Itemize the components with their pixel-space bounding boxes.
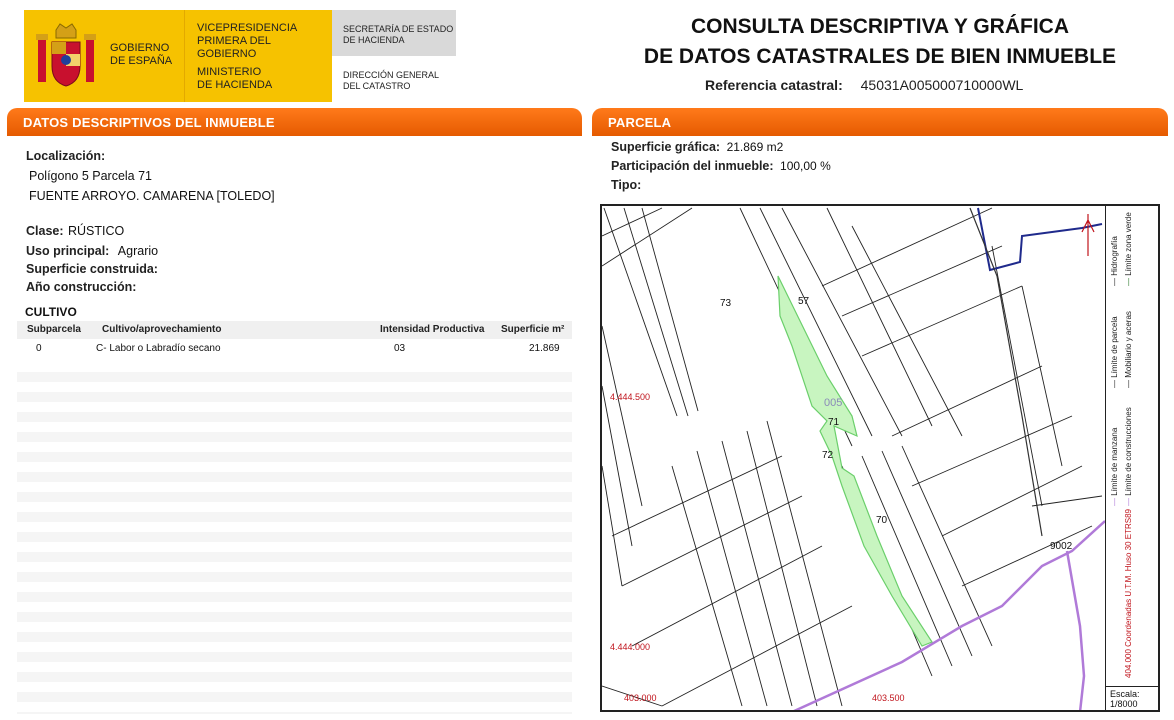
- parcel-label-70: 70: [876, 515, 888, 526]
- parcel-label-72: 72: [822, 450, 834, 461]
- gobierno-logo-block: GOBIERNO DE ESPAÑA VICEPRESIDENCIA PRIME…: [24, 10, 332, 102]
- scale-value: 1/8000: [1110, 699, 1138, 709]
- table-row: 0 C- Labor o Labradío secano 03 21.869: [17, 340, 572, 360]
- clase-field: Clase: RÚSTICO: [26, 224, 125, 238]
- stream-line: [969, 207, 1043, 537]
- legend-mobiliario: — Mobiliario y aceras: [1124, 311, 1133, 388]
- legend-coordenadas: 404.000 Coordenadas U.T.M. Huso 30 ETRS8…: [1124, 509, 1133, 678]
- legend-zona-verde: — Límite zona verde: [1124, 212, 1133, 286]
- col-intensidad: Intensidad Productiva: [380, 324, 485, 335]
- localizacion-line2: FUENTE ARROYO. CAMARENA [TOLEDO]: [29, 189, 275, 203]
- direccion-text: DIRECCIÓN GENERAL DEL CATASTRO: [343, 70, 440, 91]
- participacion-field: Participación del inmueble: 100,00 %: [611, 159, 831, 173]
- section-bar-parcela: PARCELA: [592, 108, 1168, 136]
- parcel-label-005: 005: [824, 397, 842, 409]
- legend-hidrografia: — Hidrografía: [1110, 236, 1119, 286]
- referencia-catastral: Referencia catastral: 45031A005000710000…: [705, 77, 1023, 93]
- col-superficie: Superficie m²: [501, 324, 565, 335]
- cell-intensidad: 03: [394, 343, 406, 354]
- page-title: CONSULTA DESCRIPTIVA Y GRÁFICA DE DATOS …: [643, 15, 1117, 68]
- gobierno-text: GOBIERNO DE ESPAÑA: [110, 42, 173, 67]
- parcel-label-57: 57: [798, 296, 810, 307]
- secretaria-text: SECRETARÍA DE ESTADO DE HACIENDA: [343, 24, 454, 45]
- col-subparcela: Subparcela: [27, 324, 81, 335]
- hydrography-line: [977, 207, 1103, 272]
- localizacion-label: Localización:: [26, 149, 106, 163]
- coord-label-south: 4.444.000: [610, 642, 650, 652]
- scale-box: Escala: 1/8000: [1105, 686, 1158, 710]
- cell-superficie: 21.869: [529, 343, 560, 354]
- legend-manzana: — Límite de manzana: [1110, 427, 1119, 506]
- road-line-secondary: [1065, 550, 1086, 710]
- section-bar-datos: DATOS DESCRIPTIVOS DEL INMUEBLE: [7, 108, 582, 136]
- cultivo-title: CULTIVO: [25, 305, 77, 319]
- coord-label-north: 4.444.500: [610, 392, 650, 402]
- cadastral-map: 73 57 005 71 72 70 9002 4.444.500 4.444.…: [600, 204, 1160, 712]
- cultivo-table-header: Subparcela Cultivo/aprovechamiento Inten…: [17, 321, 572, 339]
- scale-label: Escala:: [1110, 689, 1140, 699]
- map-legend: — Hidrografía — Límite zona verde — Lími…: [1105, 206, 1158, 686]
- legend-parcela: — Límite de parcela: [1110, 316, 1119, 388]
- vicepresidencia-text: VICEPRESIDENCIA PRIMERA DEL GOBIERNO: [197, 22, 298, 60]
- cell-cultivo: C- Labor o Labradío secano: [96, 343, 221, 354]
- ref-label: Referencia catastral:: [705, 77, 843, 93]
- parcel-label-71: 71: [828, 417, 840, 428]
- coord-label-west: 403.000: [624, 693, 657, 703]
- superficie-construida-label: Superficie construida:: [26, 262, 158, 276]
- localizacion-line1: Polígono 5 Parcela 71: [29, 169, 153, 183]
- ministerio-text: MINISTERIO DE HACIENDA: [197, 66, 273, 91]
- cell-subparcela: 0: [36, 343, 42, 354]
- col-cultivo: Cultivo/aprovechamiento: [102, 324, 222, 335]
- superficie-grafica-field: Superficie gráfica: 21.869 m2: [611, 140, 784, 154]
- parcel-lines: [602, 207, 1103, 707]
- logo-divider: [184, 10, 185, 102]
- ref-value: 45031A005000710000WL: [860, 77, 1024, 93]
- tipo-label: Tipo:: [611, 178, 642, 192]
- parcel-label-73: 73: [720, 298, 732, 309]
- anio-construccion-label: Año construcción:: [26, 280, 137, 294]
- parcela-panel: Superficie gráfica: 21.869 m2 Participac…: [592, 136, 1168, 206]
- map-drawing: 73 57 005 71 72 70 9002 4.444.500 4.444.…: [602, 207, 1105, 710]
- parcel-label-9002: 9002: [1050, 541, 1073, 552]
- coord-label-east: 403.500: [872, 693, 905, 703]
- north-arrow-icon: [1081, 214, 1095, 256]
- uso-field: Uso principal: Agrario: [26, 244, 159, 258]
- secretaria-block: SECRETARÍA DE ESTADO DE HACIENDA: [332, 10, 456, 56]
- datos-panel: Localización: Polígono 5 Parcela 71 FUEN…: [7, 136, 582, 716]
- spain-coat-of-arms-icon: [36, 23, 96, 87]
- table-empty-area: [17, 362, 572, 714]
- legend-construcciones: — Límite de construcciones: [1124, 407, 1133, 506]
